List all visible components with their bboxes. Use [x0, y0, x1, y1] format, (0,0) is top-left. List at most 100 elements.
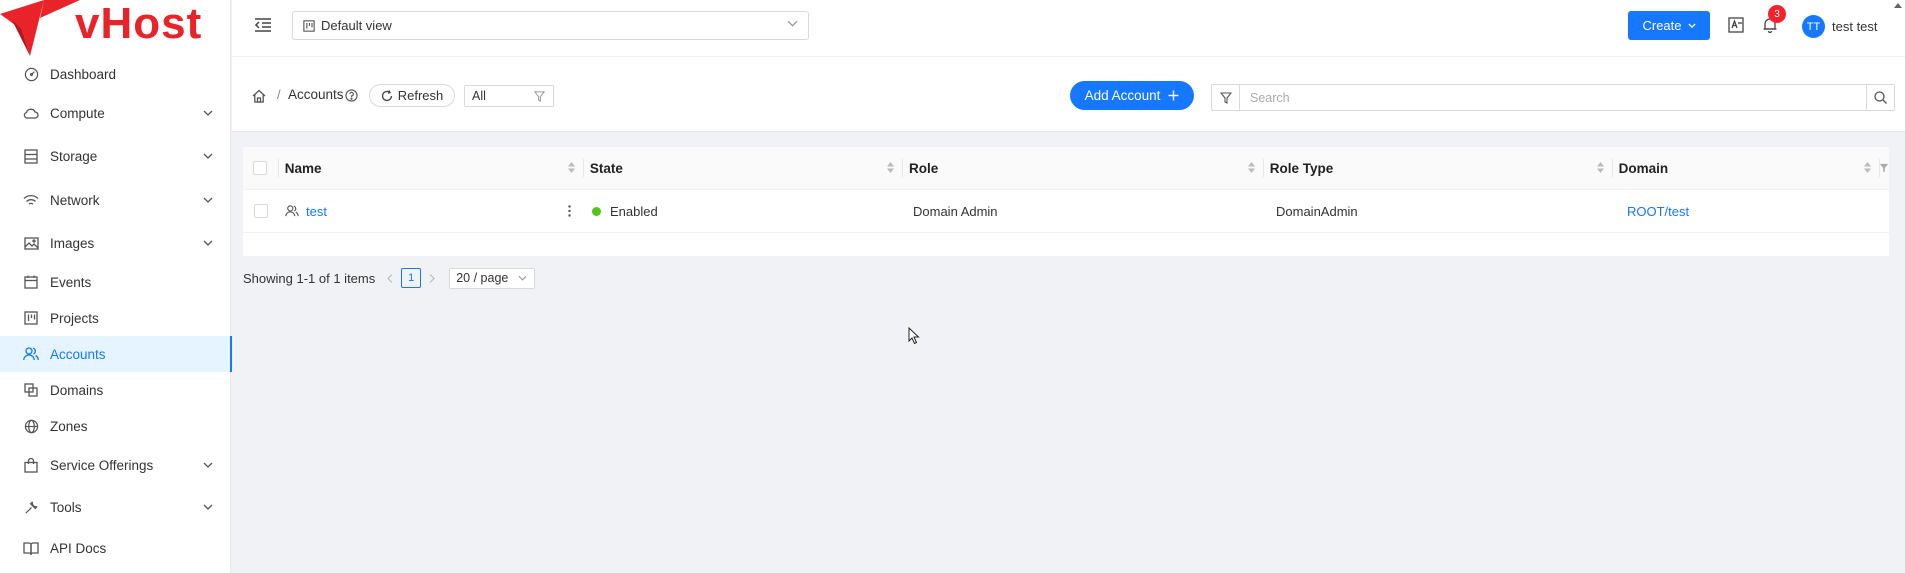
column-header-role[interactable]: Role — [901, 147, 1263, 189]
next-page-button[interactable] — [429, 273, 436, 283]
role-text: Domain Admin — [913, 203, 998, 219]
sidebar-item-label: Zones — [50, 418, 88, 434]
status-text: Enabled — [610, 203, 658, 219]
sidebar-item-storage[interactable]: Storage — [0, 134, 231, 178]
sort-icon — [567, 162, 575, 173]
sidebar-item-accounts[interactable]: Accounts — [0, 336, 232, 372]
filter-icon — [1879, 163, 1889, 173]
filter-select-value: All — [472, 89, 486, 103]
filter-icon — [534, 91, 545, 102]
sidebar-item-label: Dashboard — [50, 66, 117, 82]
brand-logo[interactable]: vHost — [0, 0, 231, 56]
picture-icon — [23, 235, 39, 251]
block-icon — [23, 382, 39, 398]
sidebar-item-label: Tools — [50, 499, 82, 515]
column-filter-button[interactable] — [1879, 147, 1889, 189]
shopping-icon — [23, 457, 39, 473]
notification-badge: 3 — [1768, 5, 1786, 23]
sidebar-item-label: Compute — [50, 105, 105, 121]
refresh-button[interactable]: Refresh — [369, 84, 455, 107]
chevron-down-icon — [203, 153, 213, 159]
sidebar: vHost Dashboard Compute Storage Network … — [0, 0, 232, 573]
sidebar-item-api-docs[interactable]: API Docs — [0, 528, 231, 568]
project-icon — [303, 19, 315, 32]
breadcrumb-current: Accounts — [288, 87, 344, 102]
sidebar-item-dashboard[interactable]: Dashboard — [0, 56, 231, 92]
breadcrumb-home[interactable] — [252, 89, 266, 103]
cell-state: Enabled — [585, 190, 906, 232]
cell-role: Domain Admin — [906, 190, 1269, 232]
add-account-label: Add Account — [1084, 88, 1161, 103]
sidebar-item-compute[interactable]: Compute — [0, 92, 231, 134]
chevron-down-icon — [203, 197, 213, 203]
filter-select[interactable]: All — [464, 85, 554, 107]
question-circle-icon — [345, 89, 358, 102]
sort-icon — [1596, 162, 1604, 173]
sidebar-item-events[interactable]: Events — [0, 264, 231, 300]
column-header-state[interactable]: State — [582, 147, 902, 189]
view-select-value: Default view — [321, 18, 392, 33]
column-title: Domain — [1618, 160, 1669, 176]
sidebar-item-label: Accounts — [50, 346, 106, 362]
sidebar-item-label: Storage — [50, 148, 98, 164]
select-all-checkbox[interactable] — [253, 161, 268, 175]
avatar[interactable]: TT — [1802, 15, 1825, 38]
page-toolbar: / Accounts Refresh All Add Account — [232, 57, 1905, 132]
search-filter-button[interactable] — [1212, 85, 1240, 110]
sidebar-item-projects[interactable]: Projects — [0, 300, 231, 336]
calendar-icon — [23, 274, 39, 290]
sidebar-item-tools[interactable]: Tools — [0, 486, 231, 528]
chevron-down-icon — [787, 20, 798, 27]
table-row[interactable]: test Enabled Domain Admin DomainAdmin RO… — [243, 190, 1889, 233]
domain-link[interactable]: ROOT/test — [1627, 204, 1689, 219]
sidebar-item-label: Domains — [50, 382, 104, 398]
view-select[interactable]: Default view — [292, 11, 809, 40]
page-size-value: 20 / page — [456, 271, 509, 285]
chevron-down-icon — [203, 240, 213, 246]
search-bar — [1211, 84, 1895, 111]
dashboard-icon — [23, 66, 39, 82]
column-title: Name — [284, 160, 322, 176]
read-icon — [23, 540, 39, 556]
row-select-cell — [243, 190, 278, 232]
help-button[interactable] — [345, 89, 358, 102]
add-account-button[interactable]: Add Account — [1070, 81, 1194, 110]
chevron-down-icon — [203, 110, 213, 116]
table-header: Name State Role Role Type Domain — [243, 147, 1889, 190]
status-dot — [592, 206, 601, 216]
page-size-select[interactable]: 20 / page — [449, 267, 536, 289]
account-name-link[interactable]: test — [306, 204, 327, 219]
wifi-icon — [23, 192, 39, 208]
tool-icon — [23, 499, 39, 515]
chevron-left-icon — [387, 273, 393, 283]
sort-icon — [1864, 162, 1871, 173]
search-button[interactable] — [1866, 85, 1894, 110]
column-header-domain[interactable]: Domain — [1611, 147, 1879, 189]
username[interactable]: test test — [1832, 19, 1878, 34]
translate-button[interactable] — [1728, 17, 1744, 33]
select-all-cell — [243, 147, 278, 189]
table-footer-space — [243, 233, 1889, 256]
sidebar-item-zones[interactable]: Zones — [0, 408, 231, 444]
mouse-cursor-icon — [908, 327, 920, 345]
menu-fold-button[interactable] — [254, 17, 272, 33]
create-button[interactable]: Create — [1628, 11, 1710, 40]
page-number[interactable]: 1 — [401, 268, 422, 288]
sidebar-item-network[interactable]: Network — [0, 178, 231, 222]
more-vertical-icon[interactable] — [568, 205, 571, 217]
chevron-down-icon — [203, 462, 213, 468]
prev-page-button[interactable] — [387, 273, 393, 283]
sidebar-item-domains[interactable]: Domains — [0, 372, 231, 408]
sidebar-item-label: API Docs — [50, 540, 107, 556]
sidebar-item-images[interactable]: Images — [0, 222, 231, 264]
search-input[interactable] — [1240, 85, 1866, 110]
column-header-name[interactable]: Name — [277, 147, 583, 189]
brand-name: vHost — [75, 0, 203, 48]
sidebar-item-service-offerings[interactable]: Service Offerings — [0, 444, 231, 486]
top-header: Default view Create 3 TT test test — [232, 0, 1905, 57]
logo-mark-icon — [0, 0, 80, 56]
column-header-role-type[interactable]: Role Type — [1262, 147, 1612, 189]
filter-icon — [1219, 91, 1232, 104]
row-checkbox[interactable] — [253, 204, 268, 218]
refresh-button-label: Refresh — [397, 88, 444, 103]
